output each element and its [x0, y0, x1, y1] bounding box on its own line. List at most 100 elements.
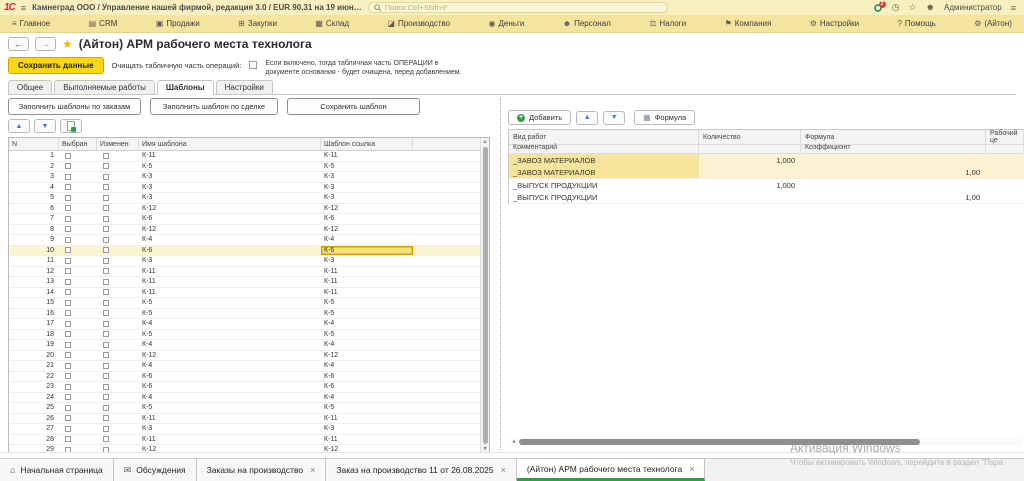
selected-cell[interactable]: [59, 256, 97, 266]
changed-cell[interactable]: [97, 361, 139, 371]
changed-cell[interactable]: [97, 204, 139, 214]
changed-checkbox[interactable]: [103, 394, 109, 400]
selected-cell[interactable]: [59, 424, 97, 434]
selected-cell[interactable]: [59, 277, 97, 287]
menu-item-Склад[interactable]: ▦Склад: [315, 19, 349, 28]
changed-cell[interactable]: [97, 267, 139, 277]
template-ref-cell[interactable]: К-4: [321, 319, 413, 329]
selected-cell[interactable]: [59, 351, 97, 361]
service-menu-icon[interactable]: ≡: [1011, 3, 1016, 13]
template-name-cell[interactable]: К-11: [139, 435, 321, 445]
horizontal-scrollbar[interactable]: ◄: [508, 438, 1022, 446]
selected-checkbox[interactable]: [65, 310, 71, 316]
menu-item-Производство[interactable]: ◪Производство: [387, 19, 450, 28]
close-icon[interactable]: ×: [310, 465, 315, 475]
selected-checkbox[interactable]: [65, 342, 71, 348]
template-name-cell[interactable]: К-4: [139, 235, 321, 245]
template-row[interactable]: 10К-6К-6: [9, 246, 480, 257]
template-ref-cell[interactable]: К-3: [321, 193, 413, 203]
template-name-cell[interactable]: К-6: [139, 246, 321, 256]
selected-cell[interactable]: [59, 151, 97, 161]
changed-cell[interactable]: [97, 424, 139, 434]
taskbar-tab[interactable]: (Айтон) АРМ рабочего места технолога×: [517, 459, 706, 481]
template-row[interactable]: 4К-3К-3: [9, 183, 480, 194]
changed-checkbox[interactable]: [103, 268, 109, 274]
template-ref-cell[interactable]: К-11: [321, 277, 413, 287]
selected-checkbox[interactable]: [65, 174, 71, 180]
fill-templates-by-orders-button[interactable]: Заполнить шаблоны по заказам: [8, 98, 141, 115]
changed-checkbox[interactable]: [103, 352, 109, 358]
template-row[interactable]: 8К-12К-12: [9, 225, 480, 236]
work-type-cell[interactable]: _ВЫПУСК ПРОДУКЦИИ: [509, 179, 699, 191]
changed-cell[interactable]: [97, 319, 139, 329]
selected-cell[interactable]: [59, 214, 97, 224]
menu-item-Помощь[interactable]: ?Помощь: [897, 19, 935, 28]
selected-checkbox[interactable]: [65, 279, 71, 285]
selected-cell[interactable]: [59, 193, 97, 203]
selected-cell[interactable]: [59, 372, 97, 382]
changed-cell[interactable]: [97, 372, 139, 382]
changed-checkbox[interactable]: [103, 216, 109, 222]
template-ref-cell[interactable]: К-5: [321, 309, 413, 319]
template-row[interactable]: 3К-3К-3: [9, 172, 480, 183]
selected-checkbox[interactable]: [65, 373, 71, 379]
formula-button[interactable]: ▦Формула: [634, 110, 695, 125]
fill-template-by-deal-button[interactable]: Заполнить шаблон по сделке: [150, 98, 278, 115]
template-row[interactable]: 13К-11К-11: [9, 277, 480, 288]
template-name-cell[interactable]: К-11: [139, 414, 321, 424]
close-icon[interactable]: ×: [689, 464, 694, 474]
changed-checkbox[interactable]: [103, 300, 109, 306]
template-row[interactable]: 24К-4К-4: [9, 393, 480, 404]
template-row[interactable]: 17К-4К-4: [9, 319, 480, 330]
template-ref-cell[interactable]: К-4: [321, 393, 413, 403]
panel-splitter[interactable]: [500, 98, 501, 450]
search-input[interactable]: [385, 3, 662, 12]
template-ref-cell[interactable]: К-5: [321, 162, 413, 172]
template-row[interactable]: 9К-4К-4: [9, 235, 480, 246]
changed-checkbox[interactable]: [103, 174, 109, 180]
export-button[interactable]: [60, 119, 82, 133]
selected-checkbox[interactable]: [65, 268, 71, 274]
template-row[interactable]: 7К-6К-6: [9, 214, 480, 225]
template-ref-cell[interactable]: К-3: [321, 424, 413, 434]
template-name-cell[interactable]: К-5: [139, 162, 321, 172]
changed-checkbox[interactable]: [103, 226, 109, 232]
changed-checkbox[interactable]: [103, 289, 109, 295]
template-row[interactable]: 20К-12К-12: [9, 351, 480, 362]
menu-item-Закупки[interactable]: ⊞Закупки: [238, 19, 277, 28]
selected-cell[interactable]: [59, 403, 97, 413]
taskbar-tab[interactable]: ⌂Начальная страница: [0, 459, 114, 481]
template-row[interactable]: 22К-6К-6: [9, 372, 480, 383]
changed-checkbox[interactable]: [103, 331, 109, 337]
changed-checkbox[interactable]: [103, 436, 109, 442]
template-name-cell[interactable]: К-12: [139, 204, 321, 214]
workcenter-cell[interactable]: [986, 179, 1024, 191]
selected-checkbox[interactable]: [65, 415, 71, 421]
col-selected[interactable]: Выбран: [59, 138, 97, 150]
template-name-cell[interactable]: К-3: [139, 193, 321, 203]
changed-cell[interactable]: [97, 172, 139, 182]
template-name-cell[interactable]: К-3: [139, 183, 321, 193]
template-name-cell[interactable]: К-11: [139, 288, 321, 298]
template-ref-cell[interactable]: К-11: [321, 288, 413, 298]
template-ref-cell[interactable]: К-5: [321, 403, 413, 413]
template-row[interactable]: 25К-5К-5: [9, 403, 480, 414]
selected-checkbox[interactable]: [65, 352, 71, 358]
template-name-cell[interactable]: К-3: [139, 172, 321, 182]
changed-cell[interactable]: [97, 330, 139, 340]
global-search[interactable]: [368, 2, 668, 13]
changed-checkbox[interactable]: [103, 184, 109, 190]
favorite-star-icon[interactable]: ★: [62, 38, 73, 50]
selected-checkbox[interactable]: [65, 363, 71, 369]
changed-cell[interactable]: [97, 288, 139, 298]
selected-checkbox[interactable]: [65, 153, 71, 159]
template-ref-cell[interactable]: К-3: [321, 256, 413, 266]
back-button[interactable]: ←: [8, 37, 29, 51]
selected-checkbox[interactable]: [65, 226, 71, 232]
template-row[interactable]: 14К-11К-11: [9, 288, 480, 299]
selected-checkbox[interactable]: [65, 331, 71, 337]
changed-checkbox[interactable]: [103, 363, 109, 369]
template-row[interactable]: 28К-11К-11: [9, 435, 480, 446]
menu-item-Главное[interactable]: ≡Главное: [12, 19, 50, 28]
selected-cell[interactable]: [59, 298, 97, 308]
